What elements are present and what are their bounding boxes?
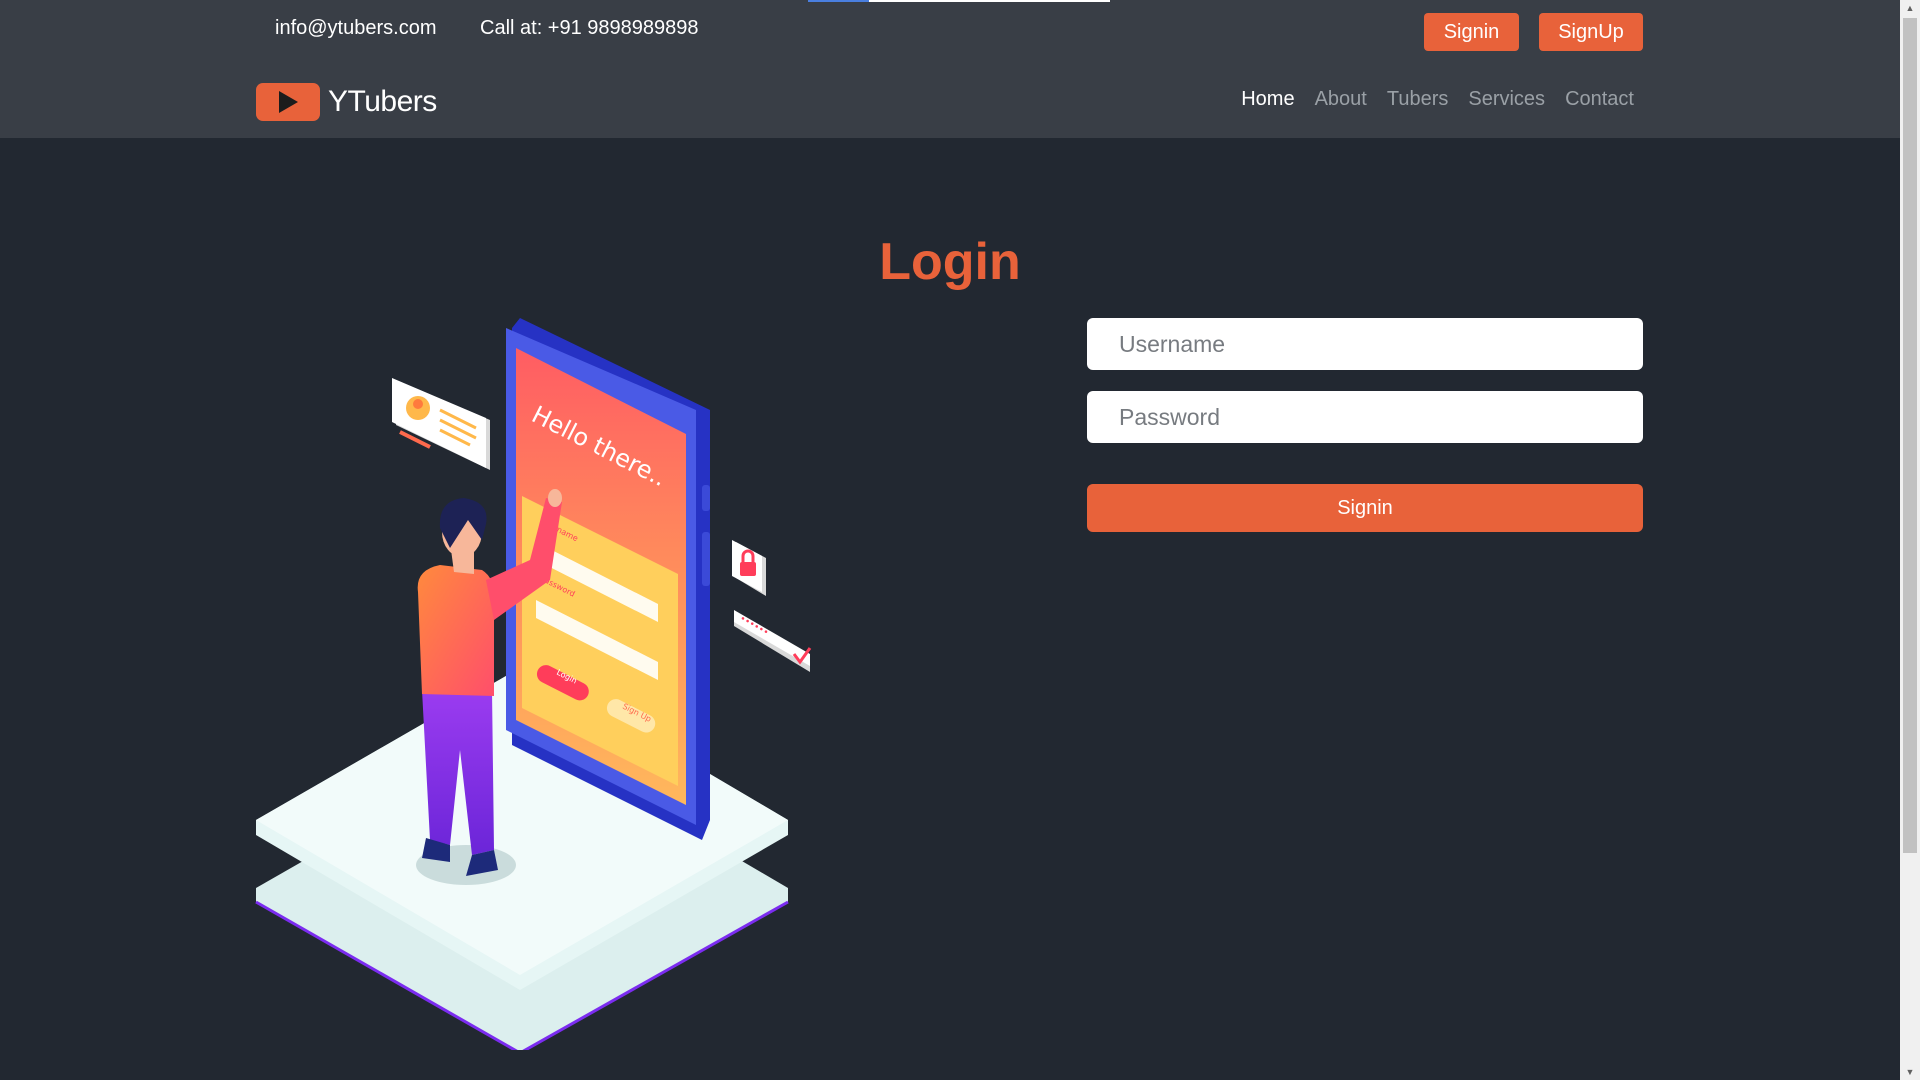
- main-navbar: YTubers Home About Tubers Services Conta…: [0, 63, 1900, 138]
- vertical-scrollbar[interactable]: ▲ ▼: [1900, 0, 1920, 1080]
- top-contact-bar: info@ytubers.com Call at: +91 9898989898…: [0, 0, 1900, 63]
- scroll-down-icon[interactable]: ▼: [1900, 1064, 1920, 1080]
- profile-card-icon: [392, 378, 490, 470]
- play-icon: [256, 83, 320, 121]
- brand-name: YTubers: [328, 85, 437, 118]
- page-title: Login: [879, 232, 1021, 291]
- signin-submit-button[interactable]: Signin: [1087, 484, 1643, 532]
- nav-contact[interactable]: Contact: [1565, 88, 1634, 111]
- nav-links: Home About Tubers Services Contact: [1241, 88, 1634, 111]
- phone-side-button: [702, 532, 710, 586]
- password-input[interactable]: [1087, 391, 1643, 443]
- username-input[interactable]: [1087, 318, 1643, 370]
- top-signup-button[interactable]: SignUp: [1539, 13, 1643, 51]
- scroll-up-icon[interactable]: ▲: [1900, 0, 1920, 16]
- page-loading-bar-progress: [808, 0, 869, 2]
- nav-services[interactable]: Services: [1468, 88, 1545, 111]
- lock-icon: [732, 540, 766, 596]
- contact-phone[interactable]: Call at: +91 9898989898: [480, 17, 699, 40]
- password-strip: ••••••: [734, 610, 812, 672]
- phone-side-button: [702, 485, 710, 511]
- contact-email[interactable]: info@ytubers.com: [275, 17, 436, 40]
- login-illustration: Hello there.. Username Password Login Si…: [255, 318, 812, 1050]
- nav-home[interactable]: Home: [1241, 88, 1294, 111]
- nav-about[interactable]: About: [1315, 88, 1367, 111]
- nav-tubers[interactable]: Tubers: [1387, 88, 1449, 111]
- scrollbar-thumb[interactable]: [1903, 18, 1917, 853]
- brand-logo[interactable]: YTubers: [256, 83, 437, 121]
- top-signin-button[interactable]: Signin: [1424, 13, 1519, 51]
